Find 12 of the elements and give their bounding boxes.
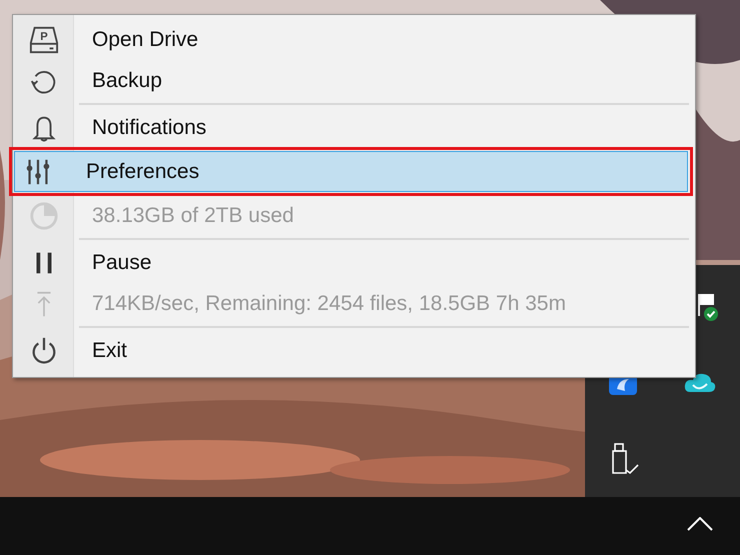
- usb-drive-icon[interactable]: [612, 443, 640, 475]
- menu-item[interactable]: Notifications: [20, 107, 689, 148]
- menu-item[interactable]: Exit: [20, 330, 689, 371]
- drive-icon: P: [29, 24, 59, 54]
- menu-item[interactable]: Preferences: [14, 151, 688, 192]
- menu-item[interactable]: P Open Drive: [20, 19, 689, 60]
- cloud-icon[interactable]: [684, 372, 716, 394]
- flag-icon[interactable]: [695, 292, 719, 322]
- pie-icon: [29, 200, 59, 230]
- caret-up-icon[interactable]: [687, 517, 713, 531]
- menu-item[interactable]: Backup: [20, 60, 689, 101]
- menu-item[interactable]: Pause: [20, 242, 689, 283]
